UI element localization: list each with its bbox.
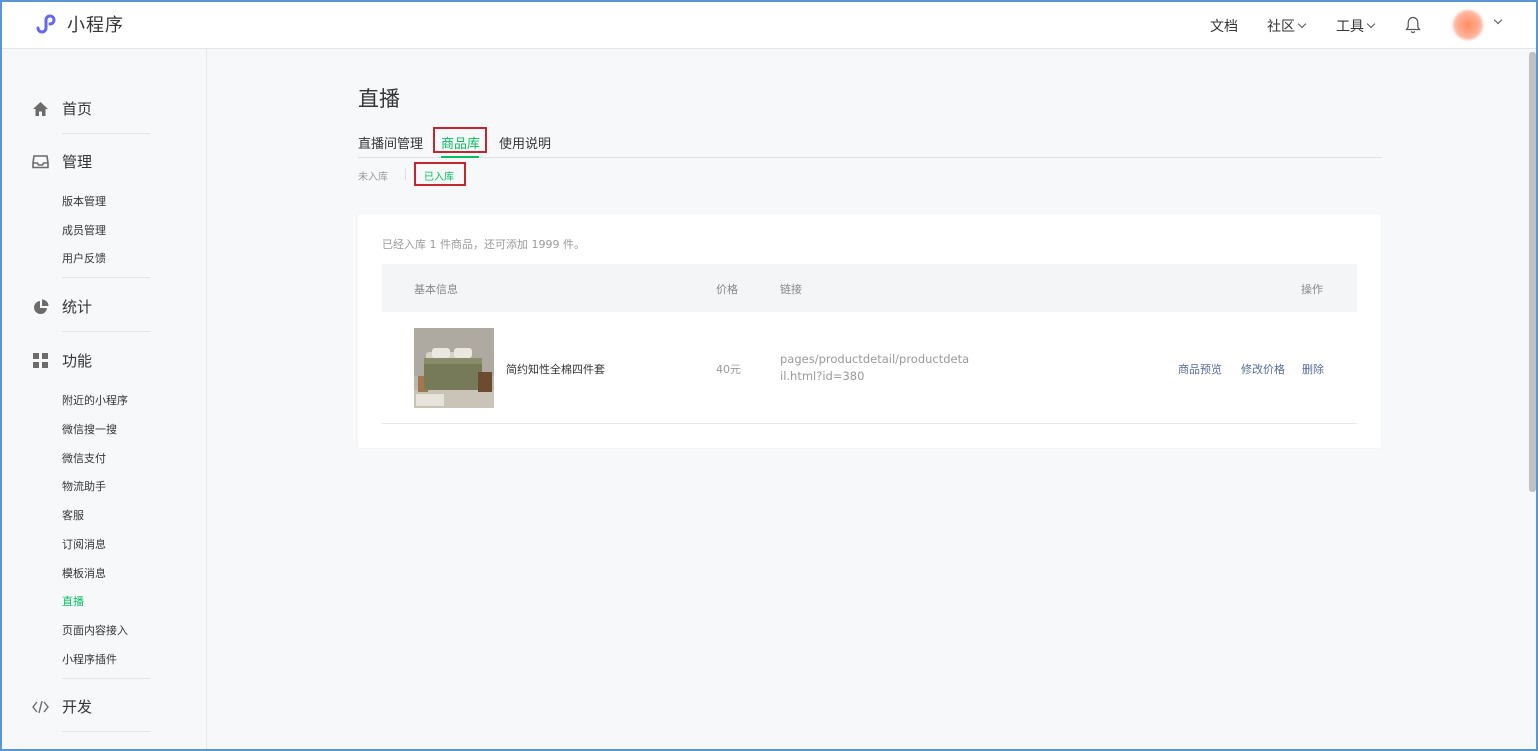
grid-icon bbox=[32, 352, 49, 369]
sidebar-subitem-feedback[interactable]: 用户反馈 bbox=[62, 250, 106, 266]
sidebar-item-stats[interactable]: 统计 bbox=[32, 296, 92, 317]
header-price: 价格 bbox=[716, 283, 738, 296]
divider bbox=[62, 133, 150, 134]
avatar[interactable] bbox=[1453, 10, 1483, 40]
sidebar-item-develop[interactable]: 开发 bbox=[32, 696, 92, 717]
product-card: 已经入库 1 件商品，还可添加 1999 件。 基本信息 价格 链接 操作 简约… bbox=[358, 214, 1381, 448]
nav-tools[interactable]: 工具 bbox=[1336, 16, 1376, 36]
chevron-down-icon bbox=[1366, 19, 1376, 29]
header-link: 链接 bbox=[780, 283, 802, 296]
nav-docs[interactable]: 文档 bbox=[1210, 16, 1238, 36]
sidebar-subitem-pay[interactable]: 微信支付 bbox=[62, 450, 106, 466]
sidebar-item-label: 首页 bbox=[62, 100, 93, 118]
home-icon bbox=[32, 100, 49, 117]
table-row: 简约知性全棉四件套 40元 pages/productdetail/produc… bbox=[382, 312, 1357, 424]
nav-community-label: 社区 bbox=[1267, 19, 1295, 35]
sidebar-subitem-search[interactable]: 微信搜一搜 bbox=[62, 421, 117, 437]
tab-live-room[interactable]: 直播间管理 bbox=[358, 133, 423, 152]
sidebar-item-label: 功能 bbox=[62, 352, 93, 370]
sidebar-item-label: 统计 bbox=[62, 298, 93, 316]
top-bar: 小程序 文档 社区 工具 bbox=[0, 0, 1538, 49]
product-thumbnail bbox=[414, 328, 494, 408]
tab-product-library[interactable]: 商品库 bbox=[441, 133, 480, 152]
product-link: pages/productdetail/productdetail.html?i… bbox=[780, 352, 970, 383]
delete-button[interactable]: 删除 bbox=[1302, 361, 1324, 377]
sidebar-item-manage[interactable]: 管理 bbox=[32, 151, 92, 172]
sidebar-item-label: 管理 bbox=[62, 153, 93, 171]
sidebar-subitem-service[interactable]: 客服 bbox=[62, 507, 84, 523]
page-title: 直播 bbox=[358, 87, 400, 111]
sidebar-subitem-plugin[interactable]: 小程序插件 bbox=[62, 651, 117, 667]
nav-community[interactable]: 社区 bbox=[1267, 16, 1307, 36]
divider bbox=[62, 277, 150, 278]
tabs-divider bbox=[358, 157, 1382, 158]
tab-instructions[interactable]: 使用说明 bbox=[499, 133, 551, 152]
miniprogram-logo-icon bbox=[36, 14, 56, 34]
bell-icon[interactable] bbox=[1405, 16, 1421, 34]
sidebar-subitem-content[interactable]: 页面内容接入 bbox=[62, 622, 128, 638]
subtab-stored[interactable]: 已入库 bbox=[424, 168, 454, 183]
sidebar-item-label: 开发 bbox=[62, 698, 93, 716]
app-logo[interactable]: 小程序 bbox=[33, 11, 124, 37]
chevron-down-icon bbox=[1297, 19, 1307, 29]
divider bbox=[62, 731, 150, 732]
sidebar-subitem-version[interactable]: 版本管理 bbox=[62, 193, 106, 209]
divider bbox=[62, 678, 150, 679]
product-price: 40元 bbox=[716, 363, 741, 376]
table-header: 基本信息 价格 链接 操作 bbox=[382, 264, 1357, 312]
active-tab-indicator bbox=[441, 156, 479, 158]
nav-tools-label: 工具 bbox=[1336, 19, 1364, 35]
divider bbox=[62, 331, 150, 332]
sidebar-subitem-live[interactable]: 直播 bbox=[62, 593, 84, 609]
preview-button[interactable]: 商品预览 bbox=[1178, 361, 1222, 377]
code-icon bbox=[32, 698, 49, 715]
app-title: 小程序 bbox=[67, 15, 124, 36]
subtab-divider bbox=[405, 168, 406, 180]
sidebar-item-features[interactable]: 功能 bbox=[32, 350, 92, 371]
edit-price-button[interactable]: 修改价格 bbox=[1241, 361, 1285, 377]
sidebar-subitem-subscribe[interactable]: 订阅消息 bbox=[62, 536, 106, 552]
scrollbar[interactable] bbox=[1529, 52, 1536, 492]
header-info: 基本信息 bbox=[414, 283, 458, 296]
inbox-icon bbox=[32, 153, 49, 170]
subtab-not-stored[interactable]: 未入库 bbox=[358, 168, 388, 183]
product-name: 简约知性全棉四件套 bbox=[506, 363, 605, 376]
chevron-down-icon[interactable] bbox=[1493, 15, 1503, 25]
sidebar-subitem-logistics[interactable]: 物流助手 bbox=[62, 478, 106, 494]
sidebar-subitem-nearby[interactable]: 附近的小程序 bbox=[62, 392, 128, 408]
pie-chart-icon bbox=[32, 298, 49, 315]
sidebar-subitem-members[interactable]: 成员管理 bbox=[62, 222, 106, 238]
summary-text: 已经入库 1 件商品，还可添加 1999 件。 bbox=[382, 238, 585, 251]
sidebar-subitem-template[interactable]: 模板消息 bbox=[62, 565, 106, 581]
header-ops: 操作 bbox=[1301, 283, 1323, 296]
sidebar-item-home[interactable]: 首页 bbox=[32, 98, 92, 119]
